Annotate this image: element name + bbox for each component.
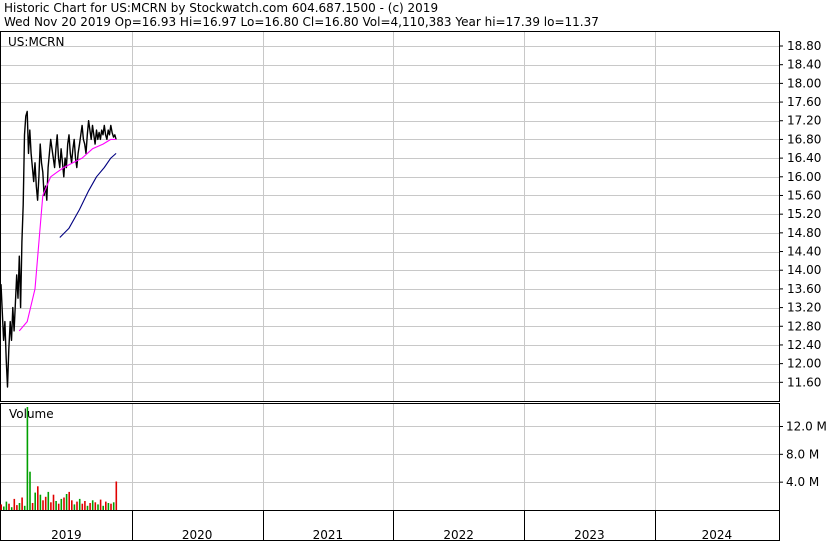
price-tick-label: 12.00 (787, 357, 821, 371)
volume-panel-frame (0, 403, 780, 511)
volume-bar (86, 505, 89, 510)
price-tick-label: 12.40 (787, 338, 821, 352)
price-tick-label: 13.60 (787, 282, 821, 296)
volume-bar (84, 501, 86, 510)
x-axis-frame (0, 510, 780, 541)
stock-chart: 11.60 12.00 12.40 12.80 13.20 13.60 14.00 14.40… (0, 31, 827, 542)
price-tick-label: 18.80 (787, 39, 821, 53)
volume-bar (50, 502, 52, 510)
volume-bar (18, 503, 21, 510)
volume-bar (37, 486, 39, 510)
volume-bar (21, 497, 23, 510)
volume-bar (73, 504, 76, 510)
volume-bar (81, 503, 84, 510)
price-tick-label: 18.40 (787, 58, 821, 72)
volume-bar (78, 498, 81, 510)
volume-axis: 4.0 M 8.0 M 12.0 M (779, 420, 827, 489)
year-label: 2022 (443, 528, 474, 542)
volume-bar (29, 471, 31, 510)
price-tick-label: 16.40 (787, 151, 821, 165)
price-tick-label: 16.00 (787, 170, 821, 184)
volume-bar (42, 500, 44, 510)
volume-bar (115, 481, 118, 510)
volume-bar (13, 498, 16, 510)
symbol-label: US:MCRN (8, 35, 65, 49)
volume-bar (44, 496, 47, 510)
price-tick-label: 15.20 (787, 207, 821, 221)
price-tick-label: 13.20 (787, 301, 821, 315)
year-label: 2024 (702, 528, 733, 542)
volume-bar (112, 502, 115, 510)
price-tick-label: 17.20 (787, 114, 821, 128)
volume-tick-label: 8.0 M (786, 447, 819, 461)
volume-bar (102, 505, 104, 510)
volume-bar (68, 491, 70, 510)
price-tick-label: 14.80 (787, 226, 821, 240)
price-tick-label: 18.00 (787, 76, 821, 90)
volume-bar (105, 501, 107, 510)
volume-bar (10, 507, 13, 510)
price-tick-label: 12.80 (787, 319, 821, 333)
volume-bar (60, 498, 63, 510)
price-tick-label: 14.00 (787, 263, 821, 277)
volume-bar (76, 501, 78, 510)
volume-bar (52, 494, 55, 510)
price-tick-label: 14.40 (787, 245, 821, 259)
price-tick-label: 15.60 (787, 189, 821, 203)
volume-bar (89, 503, 91, 510)
price-tick-label: 16.80 (787, 132, 821, 146)
volume-bar (5, 501, 8, 510)
volume-bar (71, 500, 73, 510)
volume-bar (3, 506, 5, 510)
volume-bar (97, 504, 99, 510)
year-label: 2023 (574, 528, 605, 542)
volume-bar (8, 503, 10, 510)
volume-bar (26, 407, 29, 510)
volume-bar (55, 501, 57, 510)
volume-bar (63, 497, 65, 510)
volume-bar (91, 500, 94, 510)
year-label: 2021 (313, 528, 344, 542)
volume-bar (31, 503, 34, 510)
volume-bar (47, 491, 50, 510)
price-axis: 11.60 12.00 12.40 12.80 13.20 13.60 14.00 14.40… (779, 39, 821, 389)
price-tick-label: 17.60 (787, 95, 821, 109)
price-tick-label: 11.60 (787, 375, 821, 389)
volume-tick-label: 4.0 M (786, 475, 819, 489)
volume-label: Volume (9, 407, 54, 421)
volume-bar (99, 499, 102, 510)
volume-bar (16, 505, 18, 510)
volume-bar (23, 505, 26, 510)
year-label: 2020 (182, 528, 213, 542)
volume-bar (39, 494, 42, 510)
volume-bar (0, 504, 3, 510)
volume-bar (94, 502, 97, 510)
volume-bar (110, 503, 112, 510)
volume-bar (65, 494, 68, 510)
volume-bar (57, 503, 60, 510)
volume-tick-label: 12.0 M (786, 420, 827, 434)
year-label: 2019 (51, 528, 82, 542)
volume-bar (107, 503, 110, 510)
volume-bar (34, 492, 36, 510)
